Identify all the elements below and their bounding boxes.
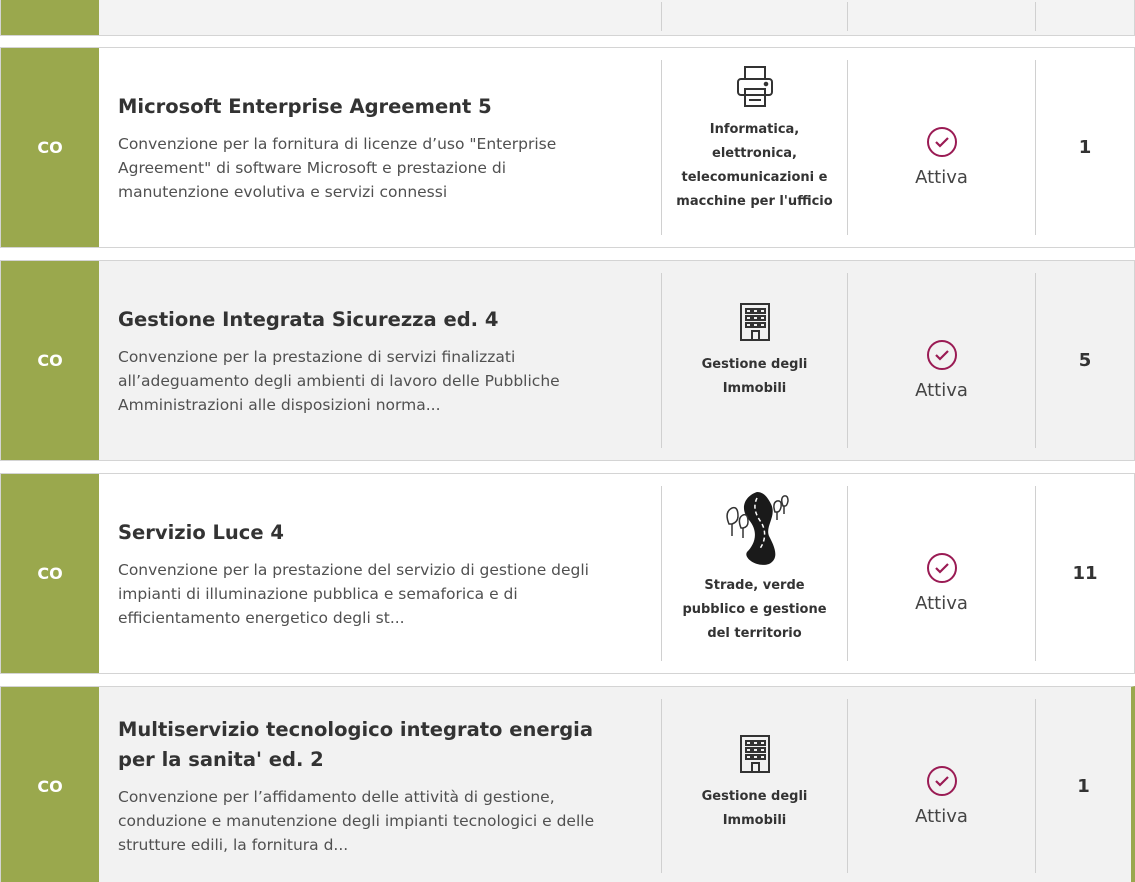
status-cell: Attiva [847, 486, 1035, 661]
description-cell: Servizio Luce 4 Convenzione per la prest… [99, 474, 661, 673]
check-circle-icon [926, 127, 957, 157]
category-cell [661, 2, 847, 31]
count-value: 5 [1035, 273, 1134, 448]
agreement-description: Convenzione per la fornitura di licenze … [118, 134, 557, 201]
category-cell: Strade, verde pubblico e gestione del te… [661, 486, 847, 661]
agreement-title[interactable]: Gestione Integrata Sicurezza ed. 4 [118, 305, 621, 335]
table-row-partial [0, 0, 1135, 36]
category-cell: Gestione degli Immobili [661, 273, 847, 448]
category-label: Gestione degli Immobili [701, 789, 808, 828]
agreement-title[interactable]: Microsoft Enterprise Agreement 5 [118, 92, 621, 122]
agreement-title[interactable]: Multiservizio tecnologico integrato ener… [118, 715, 621, 775]
description-cell [99, 0, 661, 35]
building-icon [737, 297, 773, 347]
table-row[interactable]: CO Multiservizio tecnologico integrato e… [0, 686, 1135, 882]
description-cell: Microsoft Enterprise Agreement 5 Convenz… [99, 48, 661, 247]
check-circle-icon [926, 553, 957, 583]
table-row[interactable]: CO Servizio Luce 4 Convenzione per la pr… [0, 473, 1135, 674]
count-value: 11 [1035, 486, 1134, 661]
count-cell [1035, 2, 1134, 31]
description-cell: Multiservizio tecnologico integrato ener… [99, 687, 661, 882]
description-cell: Gestione Integrata Sicurezza ed. 4 Conve… [99, 261, 661, 460]
status-cell: Attiva [847, 273, 1035, 448]
status-cell: Attiva [847, 699, 1035, 873]
type-tag [1, 0, 99, 35]
agreement-description: Convenzione per la prestazione del servi… [118, 560, 589, 627]
agreement-title[interactable]: Servizio Luce 4 [118, 518, 621, 548]
type-tag: CO [1, 48, 99, 247]
table-row[interactable]: CO Microsoft Enterprise Agreement 5 Conv… [0, 47, 1135, 248]
status-label: Attiva [915, 805, 968, 827]
category-label: Informatica, elettronica, telecomunicazi… [676, 122, 833, 209]
status-label: Attiva [915, 167, 968, 188]
building-icon [737, 729, 773, 779]
type-tag: CO [1, 687, 99, 882]
table-row[interactable]: CO Gestione Integrata Sicurezza ed. 4 Co… [0, 260, 1135, 461]
check-circle-icon [926, 765, 957, 796]
agreement-description: Convenzione per l’affidamento delle atti… [118, 788, 595, 854]
printer-icon [735, 62, 775, 112]
count-value: 1 [1035, 60, 1134, 235]
count-value: 1 [1035, 699, 1131, 873]
category-label: Gestione degli Immobili [701, 357, 808, 396]
status-label: Attiva [915, 593, 968, 614]
status-cell: Attiva [847, 60, 1035, 235]
type-tag: CO [1, 261, 99, 460]
road-trees-icon [717, 488, 793, 568]
agreement-description: Convenzione per la prestazione di serviz… [118, 347, 560, 414]
category-cell: Informatica, elettronica, telecomunicazi… [661, 60, 847, 235]
check-circle-icon [926, 340, 957, 370]
category-cell: Gestione degli Immobili [661, 699, 847, 873]
status-cell [847, 2, 1035, 31]
type-tag: CO [1, 474, 99, 673]
category-label: Strade, verde pubblico e gestione del te… [682, 578, 827, 641]
status-label: Attiva [915, 380, 968, 401]
